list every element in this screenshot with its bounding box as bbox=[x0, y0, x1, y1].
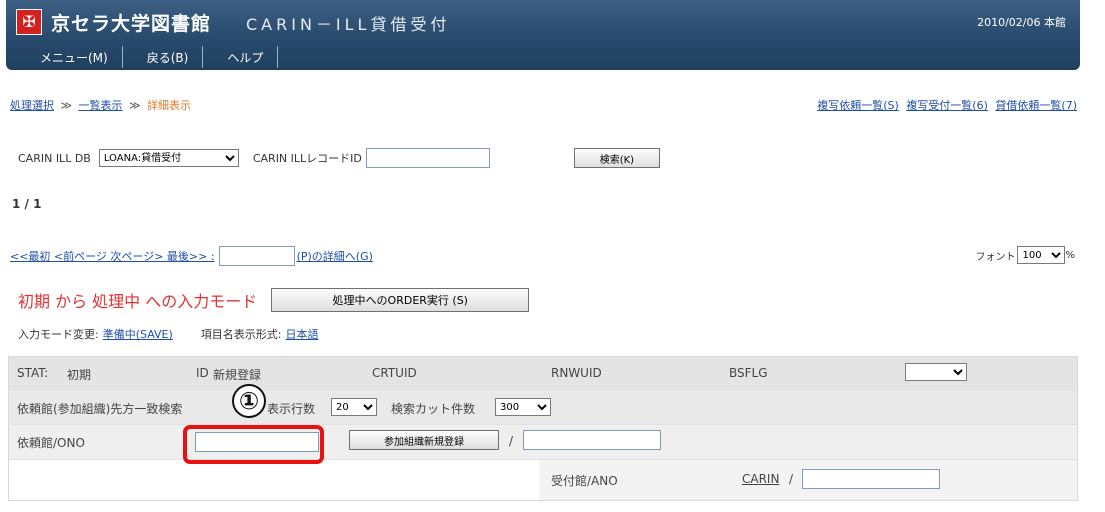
app-header: ✠ 京セラ大学図書館 CARIN－ILL貸借受付 2010/02/06 本館 メ… bbox=[6, 0, 1080, 70]
font-size-control: フォント 100 % bbox=[975, 246, 1075, 264]
rows-label: 表示行数 bbox=[267, 402, 316, 416]
input-mode-row: 初期 から 処理中 への入力モード 処理中へのORDER実行 (S) bbox=[18, 288, 530, 312]
link-copy-request-list[interactable]: 複写依頼一覧(S) bbox=[817, 99, 899, 112]
rows-select[interactable]: 20 bbox=[331, 398, 377, 416]
link-copy-accept-list[interactable]: 複写受付一覧(6) bbox=[906, 99, 988, 112]
menu-bar: メニュー(M) 戻る(B) ヘルプ bbox=[10, 46, 279, 68]
status-row: STAT: 初期 ID 新規登録 CRTUID RNWUID BSFLG bbox=[9, 357, 1077, 391]
record-id-input[interactable] bbox=[365, 148, 490, 168]
search-options-row: 依頼館(参加組織)先方一致検索 表示行数 20 検索カット件数 300 bbox=[9, 391, 1077, 425]
crtuid-label: CRTUID bbox=[372, 366, 417, 380]
goto-detail-link[interactable]: (P)の詳細へ(G) bbox=[297, 248, 373, 264]
ano-input[interactable] bbox=[802, 469, 940, 489]
ano-row: 受付館/ANO CARIN / bbox=[9, 460, 1077, 500]
breadcrumb-detail-view: 詳細表示 bbox=[147, 99, 192, 112]
ono-slash: / bbox=[509, 434, 514, 448]
bsflg-label: BSFLG bbox=[729, 366, 768, 380]
menu-item-back[interactable]: 戻る(B) bbox=[123, 46, 204, 68]
breadcrumb-process-select[interactable]: 処理選択 bbox=[10, 99, 54, 112]
font-label: フォント bbox=[975, 251, 1016, 263]
ono-row: 依頼館/ONO 参加組織新規登録 / bbox=[9, 425, 1077, 460]
record-id-label: CARIN ILLレコードID bbox=[252, 152, 362, 165]
ano-slash: / bbox=[789, 472, 794, 486]
breadcrumb-separator: ≫ bbox=[129, 99, 141, 112]
id-label: ID bbox=[196, 366, 209, 380]
menu-item-help[interactable]: ヘルプ bbox=[203, 46, 279, 68]
id-value: 新規登録 bbox=[213, 368, 262, 382]
display-format-link[interactable]: 日本語 bbox=[286, 326, 319, 342]
page-number-input[interactable] bbox=[218, 246, 295, 266]
page-count: 1 / 1 bbox=[12, 197, 42, 211]
ono-label: 依頼館/ONO bbox=[17, 436, 85, 450]
input-mode-title: 初期 から 処理中 への入力モード bbox=[18, 292, 258, 311]
app-subtitle: CARIN－ILL貸借受付 bbox=[246, 15, 451, 34]
db-select[interactable]: LOANA:貸借受付 bbox=[98, 149, 239, 167]
breadcrumb: 処理選択 ≫ 一覧表示 ≫ 詳細表示 bbox=[10, 97, 191, 113]
app-title: 京セラ大学図書館 bbox=[51, 13, 212, 35]
ono-secondary-input[interactable] bbox=[523, 430, 661, 450]
page-nav-links[interactable]: <<最初 <前ページ 次ページ> 最後>> : bbox=[10, 248, 215, 264]
link-loan-request-list[interactable]: 貸借依頼一覧(7) bbox=[995, 99, 1077, 112]
prefix-search-label: 依頼館(参加組織)先方一致検索 bbox=[17, 402, 183, 416]
page-navigation: <<最初 <前ページ 次ページ> 最後>> : (P)の詳細へ(G) bbox=[10, 246, 373, 266]
db-label: CARIN ILL DB bbox=[18, 151, 91, 165]
register-org-button[interactable]: 参加組織新規登録 bbox=[349, 430, 499, 450]
cut-count-select[interactable]: 300 bbox=[495, 398, 551, 416]
breadcrumb-list-view[interactable]: 一覧表示 bbox=[79, 99, 123, 112]
record-form-panel: STAT: 初期 ID 新規登録 CRTUID RNWUID BSFLG 依頼館… bbox=[8, 356, 1078, 501]
stat-label: STAT: bbox=[17, 366, 49, 380]
kyocera-logo-icon: ✠ bbox=[16, 9, 42, 35]
carin-link[interactable]: CARIN bbox=[742, 472, 779, 486]
stat-value: 初期 bbox=[67, 368, 92, 382]
db-search-row: CARIN ILL DB LOANA:貸借受付 CARIN ILLレコードID … bbox=[18, 148, 660, 168]
highlight-box bbox=[183, 425, 324, 464]
breadcrumb-separator: ≫ bbox=[60, 99, 73, 112]
mode-change-link[interactable]: 準備中(SAVE) bbox=[103, 326, 173, 342]
font-unit: % bbox=[1065, 249, 1075, 261]
order-exec-button[interactable]: 処理中へのORDER実行 (S) bbox=[271, 288, 530, 312]
display-format-label: 項目名表示形式: bbox=[200, 328, 282, 341]
cut-count-label: 検索カット件数 bbox=[391, 402, 476, 416]
rnwuid-label: RNWUID bbox=[551, 366, 602, 380]
font-size-select[interactable]: 100 bbox=[1017, 246, 1066, 264]
mode-change-label: 入力モード変更: bbox=[18, 328, 99, 341]
ano-label: 受付館/ANO bbox=[551, 474, 618, 488]
top-links: 複写依頼一覧(S) 複写受付一覧(6) 貸借依頼一覧(7) bbox=[813, 97, 1077, 113]
search-button[interactable]: 検索(K) bbox=[573, 148, 660, 168]
bsflg-select[interactable] bbox=[905, 363, 967, 381]
mode-info-row: 入力モード変更: 準備中(SAVE) 項目名表示形式: 日本語 bbox=[18, 326, 319, 342]
header-date: 2010/02/06 本館 bbox=[977, 16, 1066, 29]
menu-item-menu[interactable]: メニュー(M) bbox=[10, 46, 123, 68]
step-marker: ① bbox=[232, 384, 266, 418]
